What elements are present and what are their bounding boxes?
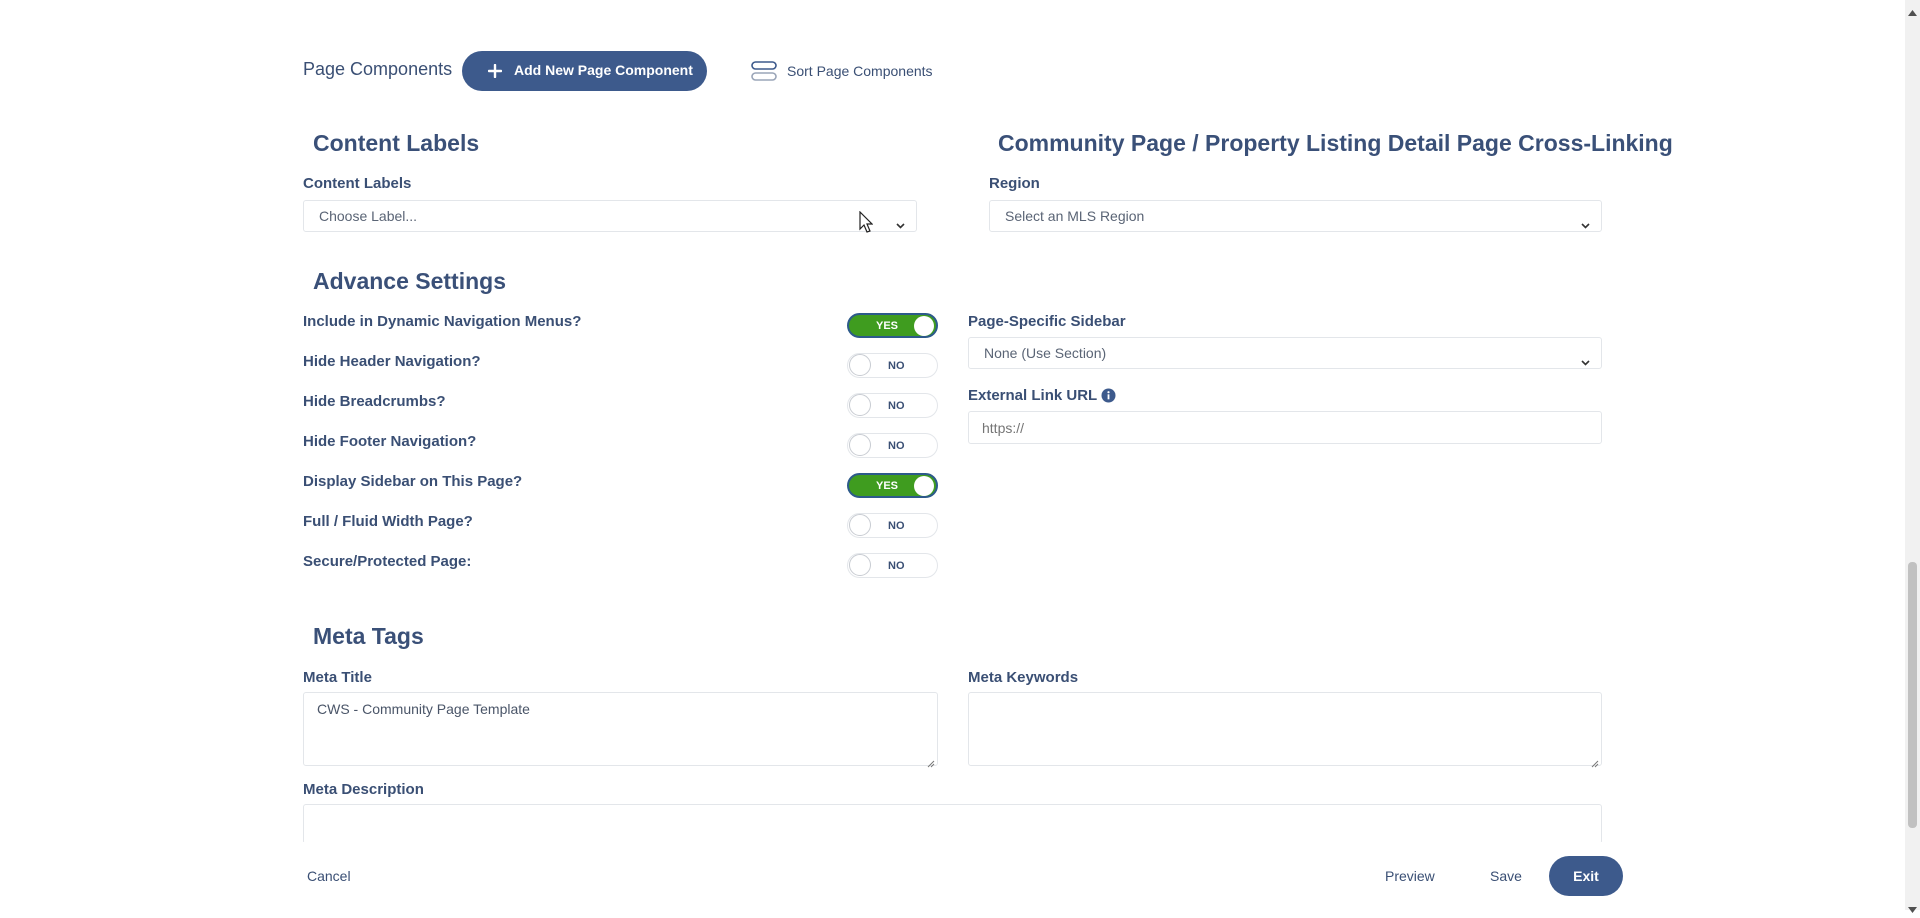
content-labels-select-value: Choose Label... xyxy=(319,208,418,224)
preview-button[interactable]: Preview xyxy=(1385,868,1435,884)
toggle-state-text: NO xyxy=(888,400,905,412)
meta-tags-section-title: Meta Tags xyxy=(313,623,424,649)
toggle-knob xyxy=(849,354,871,376)
toggle-label-full-width: Full / Fluid Width Page? xyxy=(303,513,473,530)
sort-page-components-button[interactable]: Sort Page Components xyxy=(751,61,936,81)
meta-title-value: CWS - Community Page Template xyxy=(317,701,530,717)
toggle-label-display-sidebar: Display Sidebar on This Page? xyxy=(303,473,523,490)
meta-title-textarea[interactable]: CWS - Community Page Template xyxy=(303,692,938,768)
scroll-up-arrow-icon[interactable] xyxy=(1908,3,1917,16)
region-select[interactable]: Select an MLS Region xyxy=(989,200,1602,232)
toggle-label-hide-footer-nav: Hide Footer Navigation? xyxy=(303,433,477,450)
meta-keywords-textarea[interactable] xyxy=(968,692,1602,768)
mouse-cursor-icon xyxy=(859,210,874,233)
cancel-button[interactable]: Cancel xyxy=(307,868,351,884)
scrollbar[interactable] xyxy=(1905,0,1920,913)
content-labels-section-title: Content Labels xyxy=(313,130,480,156)
toggle-hide-header-nav[interactable]: NO xyxy=(847,353,938,378)
resize-handle-icon[interactable] xyxy=(927,755,935,768)
page-specific-sidebar-select[interactable]: None (Use Section) xyxy=(968,337,1602,369)
content-labels-select[interactable]: Choose Label... xyxy=(303,200,917,232)
meta-description-label: Meta Description xyxy=(303,781,424,798)
toggle-full-width[interactable]: NO xyxy=(847,513,938,538)
toggle-hide-footer-nav[interactable]: NO xyxy=(847,433,938,458)
toggle-knob xyxy=(914,315,934,336)
plus-icon xyxy=(487,63,503,79)
toggle-knob xyxy=(914,475,934,496)
footer-bar: Cancel Preview Save Exit xyxy=(0,842,1905,910)
external-link-url-label: External Link URL xyxy=(968,387,1098,404)
chevron-down-icon xyxy=(1580,211,1591,229)
toggle-hide-breadcrumbs[interactable]: NO xyxy=(847,393,938,418)
toggle-secure-page[interactable]: NO xyxy=(847,553,938,578)
sort-icon xyxy=(751,61,777,81)
toggle-knob xyxy=(849,394,871,416)
toggle-knob xyxy=(849,514,871,536)
toggle-dynamic-nav[interactable]: YES xyxy=(847,313,938,338)
info-icon[interactable] xyxy=(1101,388,1116,403)
external-link-url-input[interactable] xyxy=(968,411,1602,444)
page-specific-sidebar-value: None (Use Section) xyxy=(984,345,1107,361)
toggle-state-text: NO xyxy=(888,440,905,452)
toggle-knob xyxy=(849,554,871,576)
meta-keywords-label: Meta Keywords xyxy=(968,669,1079,686)
toggle-state-text: NO xyxy=(888,360,905,372)
add-new-page-component-button[interactable]: Add New Page Component xyxy=(462,51,707,91)
region-select-value: Select an MLS Region xyxy=(1005,208,1145,224)
toggle-state-text: YES xyxy=(876,480,899,492)
advance-settings-section-title: Advance Settings xyxy=(313,268,506,294)
toggle-display-sidebar[interactable]: YES xyxy=(847,473,938,498)
meta-description-textarea[interactable] xyxy=(303,804,1602,844)
exit-button-label: Exit xyxy=(1573,868,1599,884)
resize-handle-icon[interactable] xyxy=(1591,755,1599,768)
toggle-label-secure-page: Secure/Protected Page: xyxy=(303,553,472,570)
toggle-label-dynamic-nav: Include in Dynamic Navigation Menus? xyxy=(303,313,582,330)
page-components-label: Page Components xyxy=(303,59,453,79)
sort-page-components-label: Sort Page Components xyxy=(787,63,933,79)
chevron-down-icon xyxy=(895,211,906,229)
cross-linking-section-title: Community Page / Property Listing Detail… xyxy=(998,130,1673,156)
scrollbar-thumb[interactable] xyxy=(1908,562,1917,828)
toggle-state-text: YES xyxy=(876,320,899,332)
toggle-state-text: NO xyxy=(888,560,905,572)
meta-title-label: Meta Title xyxy=(303,669,372,686)
toggle-state-text: NO xyxy=(888,520,905,532)
chevron-down-icon xyxy=(1580,348,1591,366)
save-button[interactable]: Save xyxy=(1490,868,1522,884)
scroll-down-arrow-icon[interactable] xyxy=(1908,900,1917,913)
toggle-label-hide-header-nav: Hide Header Navigation? xyxy=(303,353,481,370)
region-field-label: Region xyxy=(989,175,1040,192)
add-new-page-component-label: Add New Page Component xyxy=(514,62,693,78)
toggle-knob xyxy=(849,434,871,456)
exit-button[interactable]: Exit xyxy=(1549,856,1623,896)
page-specific-sidebar-label: Page-Specific Sidebar xyxy=(968,313,1126,330)
content-labels-field-label: Content Labels xyxy=(303,175,412,192)
toggle-label-hide-breadcrumbs: Hide Breadcrumbs? xyxy=(303,393,446,410)
